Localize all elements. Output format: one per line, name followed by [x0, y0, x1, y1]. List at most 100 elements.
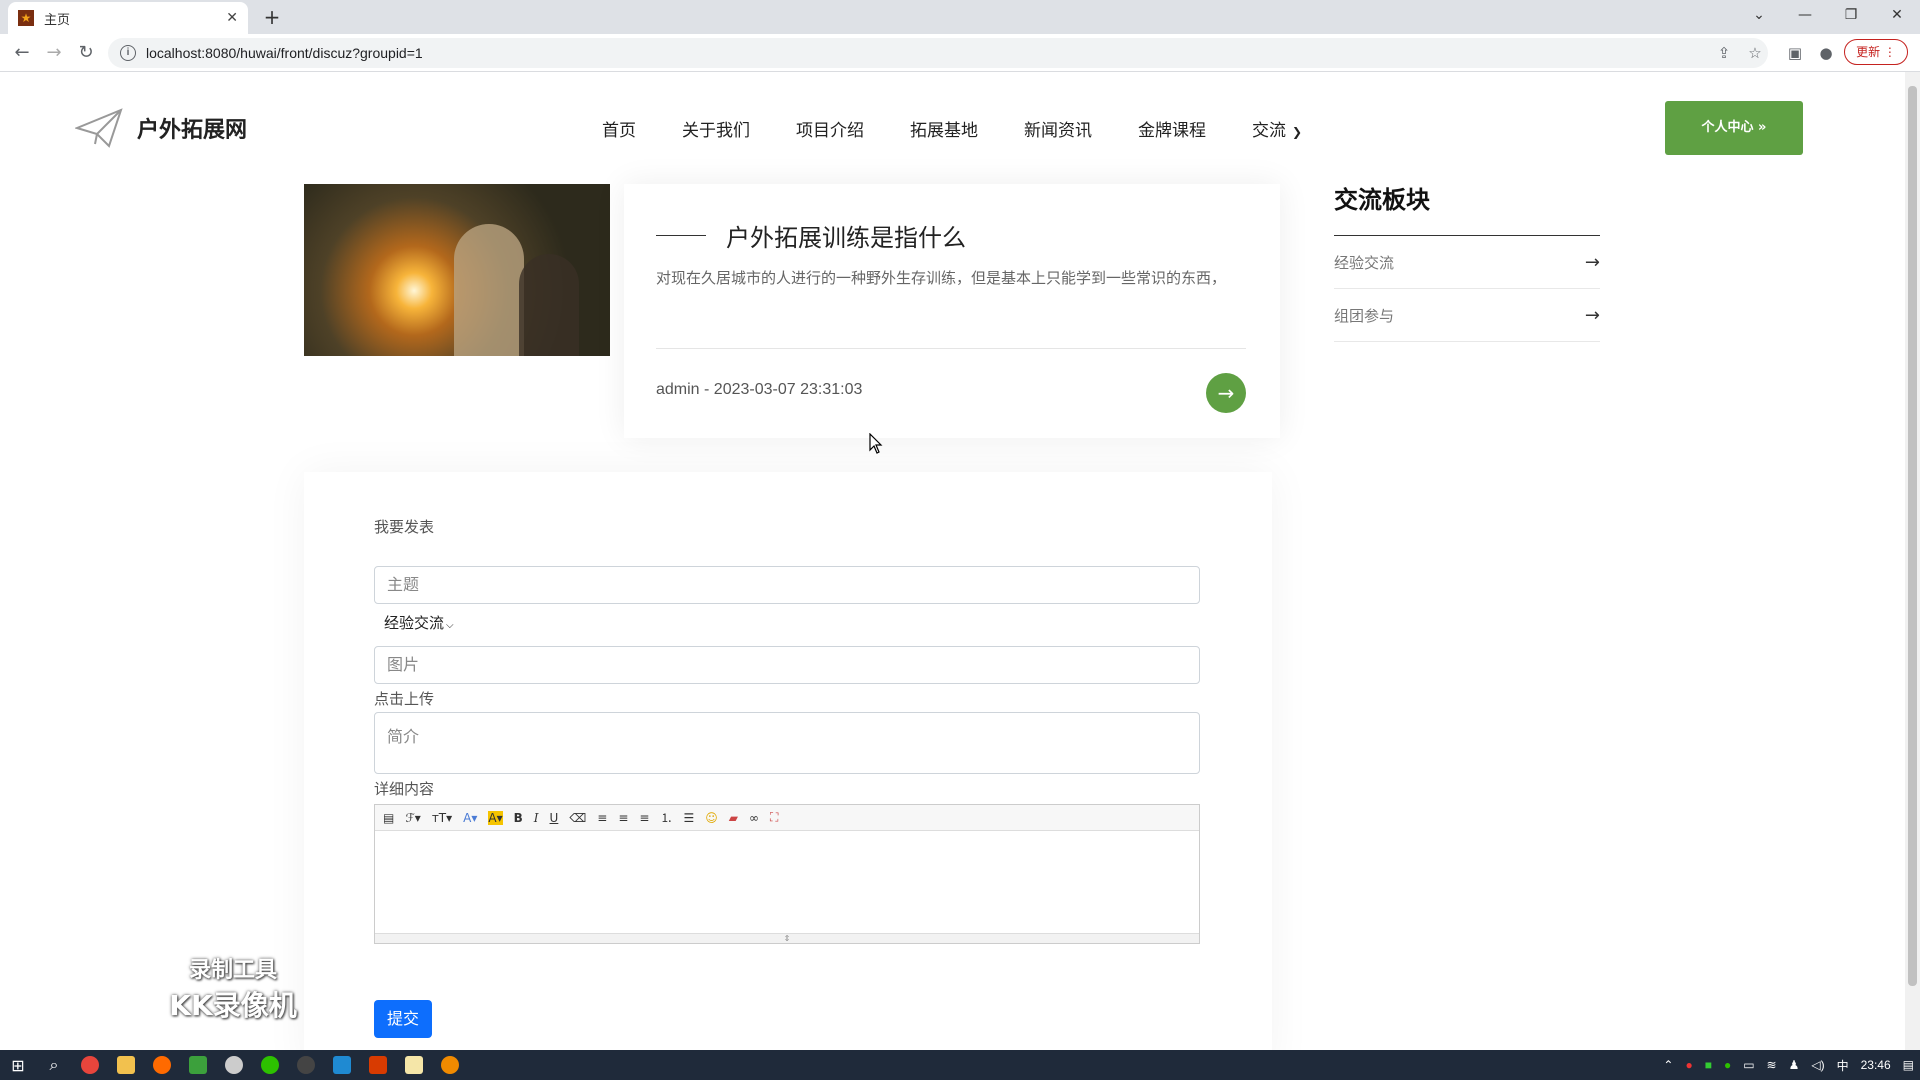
font-family-icon[interactable]: ℱ▾ [405, 811, 420, 825]
page-scrollbar[interactable] [1905, 72, 1920, 1050]
tray-red-icon[interactable]: ● [1685, 1058, 1692, 1072]
nav-about[interactable]: 关于我们 [682, 116, 750, 141]
minimize-button[interactable]: — [1782, 0, 1828, 30]
tray-green-icon[interactable]: ■ [1705, 1058, 1712, 1072]
tray-qq-icon[interactable]: ♟ [1789, 1058, 1800, 1072]
ordered-list-icon[interactable]: ⒈ [660, 809, 672, 826]
personal-center-button[interactable]: 个人中心 » [1665, 101, 1803, 155]
ime-indicator[interactable]: 中 [1837, 1057, 1849, 1074]
tray-chevron-icon[interactable]: ⌃ [1663, 1058, 1673, 1072]
wifi-icon[interactable]: ≋ [1767, 1058, 1777, 1072]
divider [656, 348, 1246, 349]
site-favicon-icon: ★ [18, 10, 34, 26]
search-app-icon[interactable] [144, 1050, 180, 1080]
profile-avatar-icon[interactable]: ● [1815, 42, 1837, 64]
highlight-icon[interactable]: A▾ [488, 810, 503, 825]
nav-news[interactable]: 新闻资讯 [1024, 116, 1092, 141]
link-icon[interactable]: ∞ [749, 811, 759, 825]
search-icon[interactable]: ⌕ [36, 1050, 72, 1080]
editor-toolbar: ▤ ℱ▾ тT▾ A▾ A▾ B I U ⌫ ≡ ≡ ≡ ⒈ ☰ ☺ ▰ ∞ ⛶ [375, 805, 1199, 831]
eclipse-icon[interactable] [288, 1050, 324, 1080]
upload-link[interactable]: 点击上传 [374, 688, 434, 709]
rich-text-editor[interactable]: ▤ ℱ▾ тT▾ A▾ A▾ B I U ⌫ ≡ ≡ ≡ ⒈ ☰ ☺ ▰ ∞ ⛶… [374, 804, 1200, 944]
editor-resize-handle[interactable]: ⇕ [375, 933, 1199, 943]
align-center-icon[interactable]: ≡ [618, 811, 628, 825]
align-right-icon[interactable]: ≡ [639, 811, 649, 825]
nav-exchange[interactable]: 交流 ❯ [1252, 116, 1302, 141]
system-tray: ⌃ ● ■ ● ▭ ≋ ♟ ◁) 中 23:46 ▤ [1657, 1050, 1920, 1080]
nav-exchange-label: 交流 [1252, 121, 1286, 141]
bookmark-star-icon[interactable]: ☆ [1744, 42, 1766, 64]
eraser-icon[interactable]: ⌫ [569, 811, 586, 825]
recorder-watermark: 录制工具 KK录像机 [169, 958, 297, 1022]
share-icon[interactable]: ⇪ [1713, 42, 1735, 64]
unordered-list-icon[interactable]: ☰ [684, 811, 695, 825]
new-tab-button[interactable]: + [258, 4, 286, 30]
post-form: 我要发表 主题 经验交流 ⌵ 图片 点击上传 简介 详细内容 ▤ ℱ▾ тT▾ A… [304, 472, 1272, 1050]
nav-home[interactable]: 首页 [602, 116, 636, 141]
file-explorer-icon[interactable] [108, 1050, 144, 1080]
underline-icon[interactable]: U [550, 811, 559, 825]
post-date: 2023-03-07 23:31:03 [713, 381, 863, 398]
chrome-icon[interactable] [72, 1050, 108, 1080]
update-button[interactable]: 更新 ⋮ [1844, 39, 1908, 65]
form-heading: 我要发表 [374, 518, 435, 536]
windows-taskbar: ⊞ ⌕ ⌃ ● ■ ● ▭ ≋ ♟ ◁) 中 23:46 ▤ [0, 1050, 1920, 1080]
tab-title: 主页 [44, 11, 71, 27]
browser-tab[interactable]: ★ 主页 ✕ [8, 2, 248, 34]
post-description: 对现在久居城市的人进行的一种野外生存训练，但是基本上只能学到一些常识的东西， [656, 269, 1227, 287]
post-card: 户外拓展训练是指什么 对现在久居城市的人进行的一种野外生存训练，但是基本上只能学… [624, 184, 1280, 438]
post-image[interactable] [304, 184, 610, 356]
close-window-button[interactable]: ✕ [1874, 0, 1920, 30]
reload-icon[interactable]: ↻ [72, 39, 100, 67]
forward-icon[interactable]: → [40, 39, 68, 67]
site-logo[interactable]: 户外拓展网 [75, 108, 247, 148]
bold-icon[interactable]: B [514, 811, 523, 825]
notification-icon[interactable]: ▤ [1903, 1058, 1914, 1072]
image-input[interactable]: 图片 [374, 646, 1200, 684]
site-name: 户外拓展网 [137, 118, 248, 143]
nav-bases[interactable]: 拓展基地 [910, 116, 978, 141]
font-size-icon[interactable]: тT▾ [432, 811, 452, 825]
clock[interactable]: 23:46 [1861, 1058, 1891, 1072]
start-icon[interactable]: ⊞ [0, 1050, 36, 1080]
site-info-icon[interactable]: i [120, 45, 136, 61]
emoji-icon[interactable]: ☺ [705, 811, 718, 825]
side-panel-icon[interactable]: ▣ [1784, 42, 1806, 64]
main-nav: 首页 关于我们 项目介绍 拓展基地 新闻资讯 金牌课程 交流 ❯ [602, 116, 1348, 141]
recorder-app-icon[interactable] [432, 1050, 468, 1080]
address-bar[interactable]: i localhost:8080/huwai/front/discuz?grou… [108, 38, 1768, 68]
wps-icon[interactable] [360, 1050, 396, 1080]
back-icon[interactable]: ← [8, 39, 36, 67]
read-more-arrow-icon[interactable]: → [1206, 373, 1246, 413]
source-icon[interactable]: ▤ [383, 811, 394, 825]
sidebar-item-experience[interactable]: 经验交流 → [1334, 236, 1600, 289]
tray-wechat-icon[interactable]: ● [1724, 1058, 1731, 1072]
sidebar: 交流板块 经验交流 → 组团参与 → [1334, 180, 1600, 342]
fullscreen-icon[interactable]: ⛶ [770, 810, 778, 825]
close-tab-icon[interactable]: ✕ [226, 10, 238, 26]
wechat-icon[interactable] [252, 1050, 288, 1080]
image-insert-icon[interactable]: ▰ [729, 811, 738, 825]
nav-projects[interactable]: 项目介绍 [796, 116, 864, 141]
align-left-icon[interactable]: ≡ [597, 811, 607, 825]
nav-courses[interactable]: 金牌课程 [1138, 116, 1206, 141]
category-select[interactable]: 经验交流 ⌵ [384, 612, 454, 633]
font-color-icon[interactable]: A▾ [463, 811, 477, 825]
vscode-icon[interactable] [324, 1050, 360, 1080]
post-title[interactable]: 户外拓展训练是指什么 [656, 218, 966, 253]
settings-icon[interactable] [216, 1050, 252, 1080]
tab-search-icon[interactable]: ⌄ [1736, 0, 1782, 30]
restore-button[interactable]: ❐ [1828, 0, 1874, 30]
submit-button[interactable]: 提交 [374, 1000, 432, 1038]
sidebar-item-group[interactable]: 组团参与 → [1334, 289, 1600, 342]
volume-icon[interactable]: ◁) [1811, 1058, 1824, 1072]
summary-textarea[interactable]: 简介 [374, 712, 1200, 774]
italic-icon[interactable]: I [534, 811, 539, 825]
tray-display-icon[interactable]: ▭ [1743, 1058, 1754, 1072]
app-green-icon[interactable] [180, 1050, 216, 1080]
url-text: localhost:8080/huwai/front/discuz?groupi… [146, 45, 423, 61]
notepad-icon[interactable] [396, 1050, 432, 1080]
subject-input[interactable]: 主题 [374, 566, 1200, 604]
browser-tab-strip: ★ 主页 ✕ + ⌄ — ❐ ✕ [0, 0, 1920, 34]
